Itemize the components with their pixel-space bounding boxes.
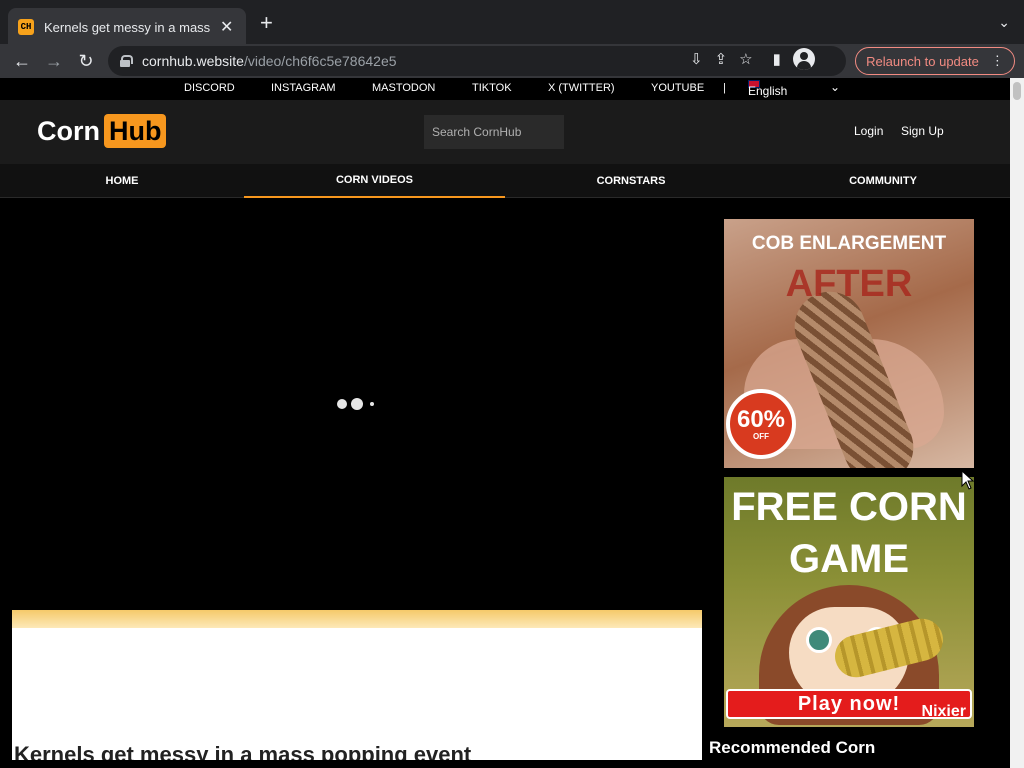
recommended-heading: Recommended Corn xyxy=(709,738,876,757)
chevron-down-icon[interactable]: ⌄ xyxy=(830,80,840,94)
logo-text-hub: Hub xyxy=(104,114,167,148)
browser-menu-icon[interactable]: ⋮ xyxy=(991,53,1004,69)
browser-tab[interactable]: CH Kernels get messy in a mass popping e… xyxy=(8,8,246,46)
social-link-mastodon[interactable]: MASTODON xyxy=(372,82,435,94)
discount-value: 60% xyxy=(736,405,786,433)
language-label: English xyxy=(748,84,788,98)
social-link-x[interactable]: X (TWITTER) xyxy=(548,82,615,94)
nav-corn-videos[interactable]: CORN VIDEOS xyxy=(244,164,505,198)
toolbar-actions: ⇩ ⇪ ☆ ▮ xyxy=(690,48,815,70)
relaunch-label: Relaunch to update xyxy=(866,53,979,69)
main-nav: HOME CORN VIDEOS CORNSTARS COMMUNITY xyxy=(0,164,1010,198)
search-input[interactable] xyxy=(424,115,564,149)
social-links-bar: DISCORD INSTAGRAM MASTODON TIKTOK X (TWI… xyxy=(0,78,1010,100)
social-link-tiktok[interactable]: TIKTOK xyxy=(472,82,512,94)
tab-title: Kernels get messy in a mass popping even… xyxy=(44,19,214,35)
install-app-icon[interactable]: ⇩ xyxy=(690,50,703,68)
loading-spinner-icon xyxy=(337,398,374,410)
ad1-title: COB ENLARGEMENT xyxy=(751,233,947,254)
address-bar[interactable]: cornhub.website/video/ch6f6c5e78642e5 xyxy=(108,46,846,76)
site-logo[interactable]: Corn Hub xyxy=(37,114,167,148)
login-link[interactable]: Login xyxy=(854,124,883,138)
share-icon[interactable]: ⇪ xyxy=(715,50,728,68)
language-selector[interactable]: English xyxy=(748,80,787,98)
video-player[interactable] xyxy=(12,218,702,610)
reload-icon[interactable]: ↻ xyxy=(70,51,102,72)
ad-free-corn-game[interactable]: FREE CORN GAME Play now! Nixier xyxy=(724,477,974,727)
video-title: Kernels get messy in a mass popping even… xyxy=(14,742,472,760)
web-page: DISCORD INSTAGRAM MASTODON TIKTOK X (TWI… xyxy=(0,78,1010,768)
url-host: cornhub.website xyxy=(142,53,244,69)
social-link-discord[interactable]: DISCORD xyxy=(184,82,235,94)
ad2-title: FREE CORN GAME xyxy=(731,485,967,581)
character-eye-left xyxy=(806,627,832,653)
site-header: Corn Hub Login Sign Up xyxy=(0,100,1010,164)
logo-text-corn: Corn xyxy=(37,115,100,146)
nav-community[interactable]: COMMUNITY xyxy=(757,164,1009,198)
bookmark-star-icon[interactable]: ☆ xyxy=(739,50,752,68)
side-panel-icon[interactable]: ▮ xyxy=(773,50,781,68)
banner-gradient-strip xyxy=(12,610,702,628)
nav-home[interactable]: HOME xyxy=(0,164,244,198)
tab-close-icon[interactable]: ✕ xyxy=(220,17,233,37)
ad-cob-enlargement[interactable]: COB ENLARGEMENT AFTER 60% OFF xyxy=(724,219,974,468)
lock-icon[interactable] xyxy=(120,55,133,67)
discount-label: OFF xyxy=(753,431,769,441)
site-favicon-icon: CH xyxy=(18,19,34,35)
signup-link[interactable]: Sign Up xyxy=(901,124,944,138)
page-scrollbar[interactable] xyxy=(1010,78,1024,768)
browser-toolbar: ← → ↻ cornhub.website/video/ch6f6c5e7864… xyxy=(0,44,1024,78)
nav-cornstars[interactable]: CORNSTARS xyxy=(505,164,757,198)
new-tab-icon[interactable]: + xyxy=(260,12,273,34)
ad2-brand: Nixier xyxy=(921,703,966,720)
discount-badge: 60% OFF xyxy=(726,389,796,459)
social-link-youtube[interactable]: YOUTUBE xyxy=(651,82,704,94)
scrollbar-thumb[interactable] xyxy=(1013,82,1021,100)
forward-arrow-icon[interactable]: → xyxy=(38,51,70,72)
social-link-instagram[interactable]: INSTAGRAM xyxy=(271,82,336,94)
back-arrow-icon[interactable]: ← xyxy=(6,51,38,72)
url-path: /video/ch6f6c5e78642e5 xyxy=(243,53,397,69)
relaunch-button[interactable]: Relaunch to update ⋮ xyxy=(855,47,1015,75)
browser-tab-bar: CH Kernels get messy in a mass popping e… xyxy=(0,0,1024,46)
ad1-after-text: AFTER xyxy=(785,263,913,305)
profile-avatar-icon[interactable] xyxy=(792,48,815,70)
social-separator: | xyxy=(723,82,726,94)
overlay-banner: Kernels get messy in a mass popping even… xyxy=(12,610,702,760)
tab-search-chevron-icon[interactable]: ⌄ xyxy=(998,14,1010,31)
